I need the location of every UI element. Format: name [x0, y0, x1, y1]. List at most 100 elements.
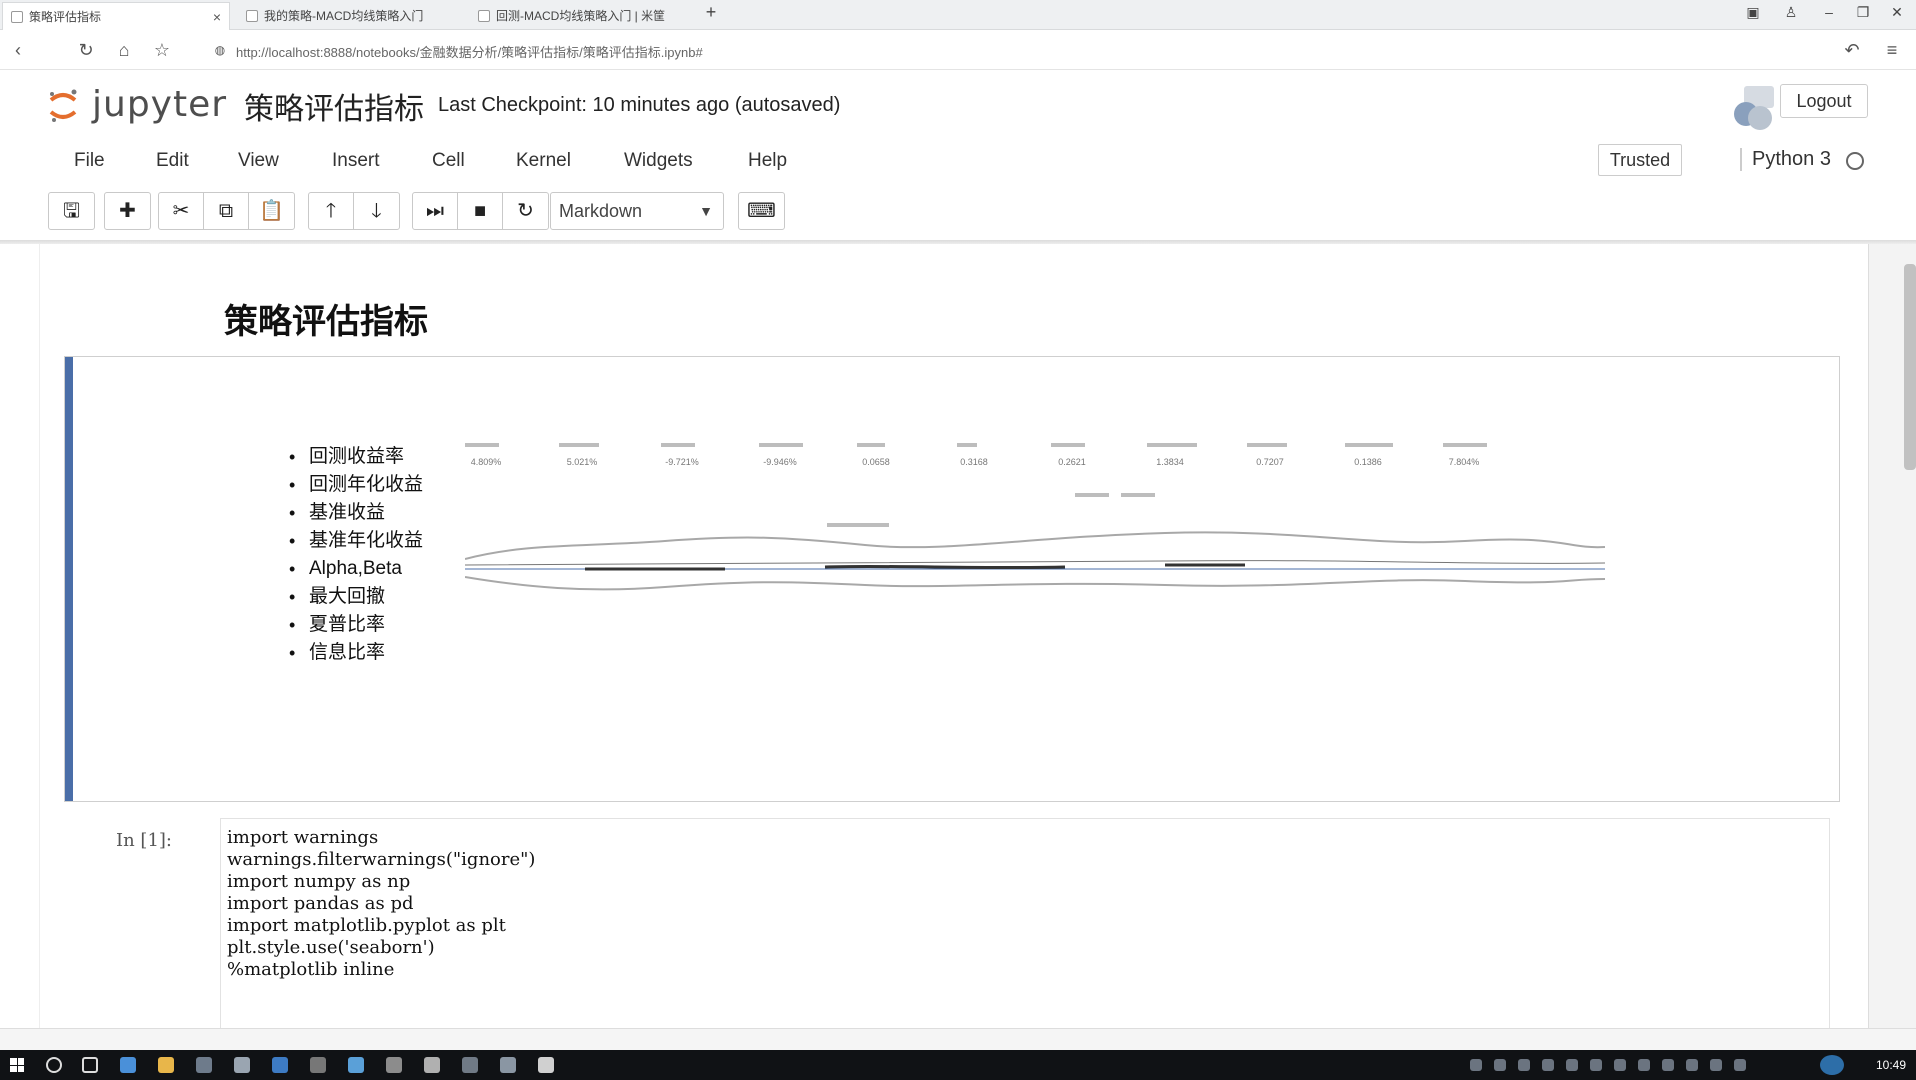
- back-icon[interactable]: ‹: [6, 38, 30, 62]
- menu-edit[interactable]: Edit: [156, 150, 189, 172]
- code-line: import warnings: [227, 827, 379, 848]
- jupyter-wordmark: jupyter: [92, 84, 228, 125]
- browser-tab-bar: 策略评估指标 × 我的策略-MACD均线策略入门 回测-MACD均线策略入门 |…: [0, 0, 1916, 30]
- home-icon[interactable]: ⌂: [112, 38, 136, 62]
- page-icon: [11, 11, 23, 23]
- taskbar-clock[interactable]: 10:49: [1876, 1058, 1906, 1072]
- browser-app-icon[interactable]: [424, 1057, 440, 1073]
- app-icon[interactable]: [500, 1057, 516, 1073]
- browser-tab[interactable]: 回测-MACD均线策略入门 | 米筐: [470, 2, 698, 30]
- app-icon[interactable]: [348, 1057, 364, 1073]
- app-icon[interactable]: [196, 1057, 212, 1073]
- plus-icon[interactable]: ✚: [105, 193, 150, 229]
- code-line: warnings.filterwarnings("ignore"): [227, 849, 536, 870]
- reload-icon[interactable]: ↻: [74, 38, 98, 62]
- trusted-indicator[interactable]: Trusted: [1598, 144, 1682, 176]
- folder-icon[interactable]: [158, 1057, 174, 1073]
- tray-icon[interactable]: [1638, 1059, 1650, 1071]
- menu-kernel[interactable]: Kernel: [516, 150, 571, 172]
- app-icon[interactable]: [386, 1057, 402, 1073]
- tray-icon[interactable]: [1566, 1059, 1578, 1071]
- tab-title: 策略评估指标: [29, 10, 102, 24]
- close-window-icon[interactable]: ✕: [1886, 4, 1908, 21]
- menu-insert[interactable]: Insert: [332, 150, 380, 172]
- stop-icon[interactable]: ■: [458, 193, 503, 229]
- restart-icon[interactable]: ↻: [503, 193, 548, 229]
- tray-icon[interactable]: [1470, 1059, 1482, 1071]
- save-icon[interactable]: 🖫: [49, 193, 94, 229]
- windows-start-icon[interactable]: [10, 1058, 24, 1072]
- tray-icon[interactable]: [1614, 1059, 1626, 1071]
- tray-icon[interactable]: [1662, 1059, 1674, 1071]
- star-icon[interactable]: ☆: [150, 38, 174, 62]
- code-editor[interactable]: import warnings warnings.filterwarnings(…: [220, 818, 1830, 1030]
- network-icon[interactable]: [1710, 1059, 1722, 1071]
- logout-button[interactable]: Logout: [1780, 84, 1868, 118]
- close-tab-icon[interactable]: ×: [213, 3, 221, 30]
- app-icon[interactable]: [234, 1057, 250, 1073]
- notification-icon[interactable]: [1820, 1055, 1844, 1075]
- copy-icon[interactable]: ⧉: [204, 193, 249, 229]
- volume-icon[interactable]: [1734, 1059, 1746, 1071]
- menu-file[interactable]: File: [74, 150, 105, 172]
- minimize-icon[interactable]: –: [1818, 4, 1840, 20]
- page-icon: [246, 10, 258, 22]
- app-icon[interactable]: [120, 1057, 136, 1073]
- task-view-icon[interactable]: [82, 1057, 98, 1073]
- browser-tab-active[interactable]: 策略评估指标 ×: [2, 2, 230, 30]
- tray-icon[interactable]: [1590, 1059, 1602, 1071]
- shirt-icon[interactable]: ♙: [1780, 4, 1802, 21]
- menu-icon[interactable]: ≡: [1880, 38, 1904, 62]
- markdown-cell-selected[interactable]: 回测收益率 回测年化收益 基准收益 基准年化收益 Alpha,Beta 最大回撤…: [64, 356, 1840, 802]
- arrow-up-icon[interactable]: 🡑: [309, 193, 354, 229]
- app-icon[interactable]: [538, 1057, 554, 1073]
- jupyter-logo-icon: [49, 89, 77, 122]
- menu-cell[interactable]: Cell: [432, 150, 465, 172]
- notebook-area[interactable]: 策略评估指标 回测收益率 回测年化收益 基准收益 基准年化收益 Alpha,Be…: [0, 244, 1916, 1030]
- list-item: 基准收益: [289, 499, 423, 527]
- tray-icon[interactable]: [1542, 1059, 1554, 1071]
- tab-title: 我的策略-MACD均线策略入门: [264, 9, 424, 23]
- arrow-down-icon[interactable]: 🡓: [354, 193, 399, 229]
- url-field[interactable]: http://localhost:8888/notebooks/金融数据分析/策…: [236, 42, 703, 61]
- kernel-name[interactable]: Python 3: [1740, 148, 1831, 171]
- page-icon: [478, 10, 490, 22]
- browser-status-bar: [0, 1028, 1916, 1050]
- kernel-status-icon: [1846, 152, 1864, 170]
- maximize-icon[interactable]: ❐: [1852, 4, 1874, 21]
- tray-icon[interactable]: [1494, 1059, 1506, 1071]
- preview-chart-lines: [465, 443, 1606, 591]
- app-icon[interactable]: [462, 1057, 478, 1073]
- list-item: 最大回撤: [289, 583, 423, 611]
- browser-tab[interactable]: 我的策略-MACD均线策略入门: [238, 2, 466, 30]
- code-cell[interactable]: In [1]: import warnings warnings.filterw…: [64, 812, 1840, 1032]
- menu-view[interactable]: View: [238, 150, 279, 172]
- run-icon[interactable]: ⏭: [413, 193, 458, 229]
- metric-list: 回测收益率 回测年化收益 基准收益 基准年化收益 Alpha,Beta 最大回撤…: [289, 443, 423, 667]
- cell-type-select[interactable]: Markdown ▼: [550, 192, 724, 230]
- app-icon[interactable]: [310, 1057, 326, 1073]
- keyboard-icon[interactable]: ⌨: [739, 193, 784, 229]
- cell-selection-bar: [65, 357, 73, 801]
- menu-help[interactable]: Help: [748, 150, 787, 172]
- menu-widgets[interactable]: Widgets: [624, 150, 693, 172]
- new-tab-button[interactable]: +: [700, 2, 722, 23]
- scrollbar-thumb[interactable]: [1904, 264, 1916, 470]
- tab-list-icon[interactable]: ▣: [1742, 4, 1764, 21]
- paste-icon[interactable]: 📋: [249, 193, 294, 229]
- toolbar-group-save: 🖫: [48, 192, 95, 230]
- tab-title: 回测-MACD均线策略入门 | 米筐: [496, 9, 666, 23]
- app-icon[interactable]: [272, 1057, 288, 1073]
- tray-icon[interactable]: [1518, 1059, 1530, 1071]
- notebook-name[interactable]: 策略评估指标: [244, 84, 424, 128]
- search-icon[interactable]: [46, 1057, 62, 1073]
- toolbar-group-keyboard: ⌨: [738, 192, 785, 230]
- cut-icon[interactable]: ✂: [159, 193, 204, 229]
- site-info-icon[interactable]: ◍: [208, 38, 232, 62]
- undo-icon[interactable]: ↶: [1840, 38, 1864, 62]
- backtest-preview-image: 4.809% 5.021% -9.721% -9.946% 0.0658 0.3…: [465, 437, 1805, 617]
- tray-icon[interactable]: [1686, 1059, 1698, 1071]
- left-gutter: [0, 244, 40, 1030]
- list-item: 回测收益率: [289, 443, 423, 471]
- toolbar-group-edit: ✂ ⧉ 📋: [158, 192, 295, 230]
